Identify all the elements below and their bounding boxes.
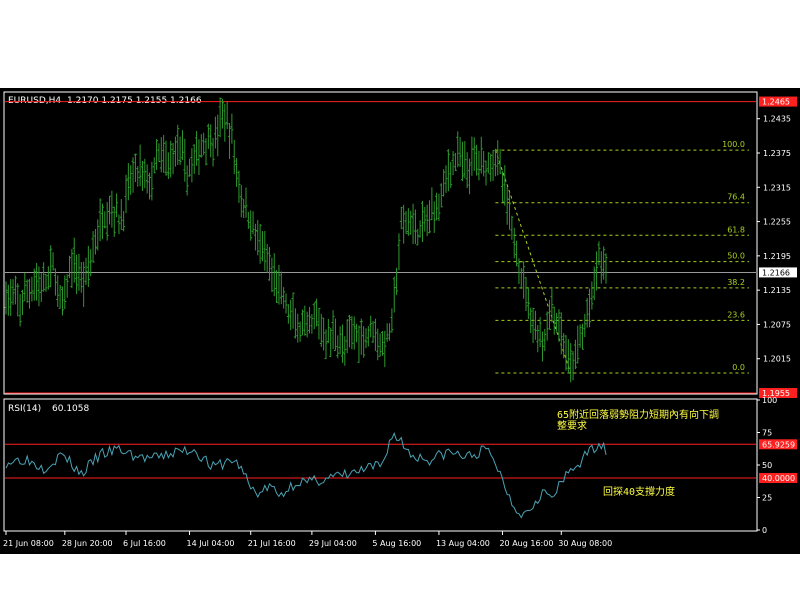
price-panel-title: EURUSD,H4 (8, 96, 61, 106)
rsi-tick-label: 25 (762, 494, 772, 503)
price-tick-label: 1.2015 (763, 355, 791, 364)
time-tick-label: 21 Jun 08:00 (3, 539, 54, 548)
time-tick-label: 21 Jul 16:00 (248, 539, 296, 548)
level-price-label: 1.2465 (762, 98, 790, 107)
price-tick-label: 1.2075 (763, 320, 791, 329)
rsi-value-readout: 60.1058 (52, 404, 89, 414)
price-tick-label: 1.2195 (763, 252, 791, 261)
price-markers: 1.24651.19551.2166 (759, 96, 797, 398)
rsi-axis: 100 75 50 25 0 (757, 396, 777, 535)
time-tick-label: 20 Aug 16:00 (499, 539, 553, 548)
fib-level-label: 100.0 (722, 140, 745, 149)
rsi-tick-label: 50 (762, 461, 772, 470)
price-bars (4, 97, 608, 383)
fib-level-label: 61.8 (727, 225, 745, 234)
rsi-panel-title: RSI(14) (8, 404, 41, 414)
rsi-tick-label: 75 (762, 429, 772, 438)
price-tick-label: 1.2135 (763, 286, 791, 295)
rsi-level-label: 65.9259 (762, 440, 795, 449)
fib-level-label: 0.0 (732, 363, 745, 372)
rsi-tick-label: 0 (762, 526, 767, 535)
price-tick-label: 1.2375 (763, 149, 791, 158)
time-tick-label: 13 Aug 04:00 (436, 539, 490, 548)
price-tick-label: 1.2255 (763, 218, 791, 227)
price-tick-label: 1.2315 (763, 183, 791, 192)
rsi-line (5, 432, 607, 519)
time-tick-label: 5 Aug 16:00 (372, 539, 421, 548)
price-tick-label: 1.2435 (763, 115, 791, 124)
time-tick-label: 29 Jul 04:00 (309, 539, 357, 548)
fib-level-label: 76.4 (727, 193, 745, 202)
time-tick-label: 28 Jun 20:00 (62, 539, 113, 548)
price-axis: 1.2435 1.2375 1.2315 1.2255 1.2195 1.2135 1.20… (757, 115, 791, 364)
rsi-annotation-top: 65附近回落弱勢阻力短期內有向下調 整要求 (557, 408, 725, 432)
fib-level-label: 23.6 (727, 310, 745, 319)
rsi-level-label: 40.0000 (762, 474, 795, 483)
time-axis: 21 Jun 08:00 28 Jun 20:00 6 Jul 16:00 14 Ju… (3, 531, 612, 548)
fib-level-label: 38.2 (727, 278, 745, 287)
time-tick-label: 14 Jul 04:00 (187, 539, 235, 548)
chart-window: EURUSD,H4 1.2170 1.2175 1.2155 1.2166 RS… (0, 88, 800, 554)
chart-canvas: EURUSD,H4 1.2170 1.2175 1.2155 1.2166 RS… (3, 91, 797, 548)
rsi-tick-label: 100 (762, 396, 777, 405)
rsi-annotation-bottom: 回探40支撐力度 (603, 485, 675, 498)
time-tick-label: 6 Jul 16:00 (123, 539, 166, 548)
time-tick-label: 30 Aug 08:00 (558, 539, 612, 548)
current-price-label: 1.2166 (762, 268, 790, 277)
ohlc-readout: 1.2170 1.2175 1.2155 1.2166 (67, 96, 202, 106)
rsi-series: 65.9259 40.0000 (5, 432, 797, 519)
fib-level-label: 50.0 (727, 252, 745, 261)
